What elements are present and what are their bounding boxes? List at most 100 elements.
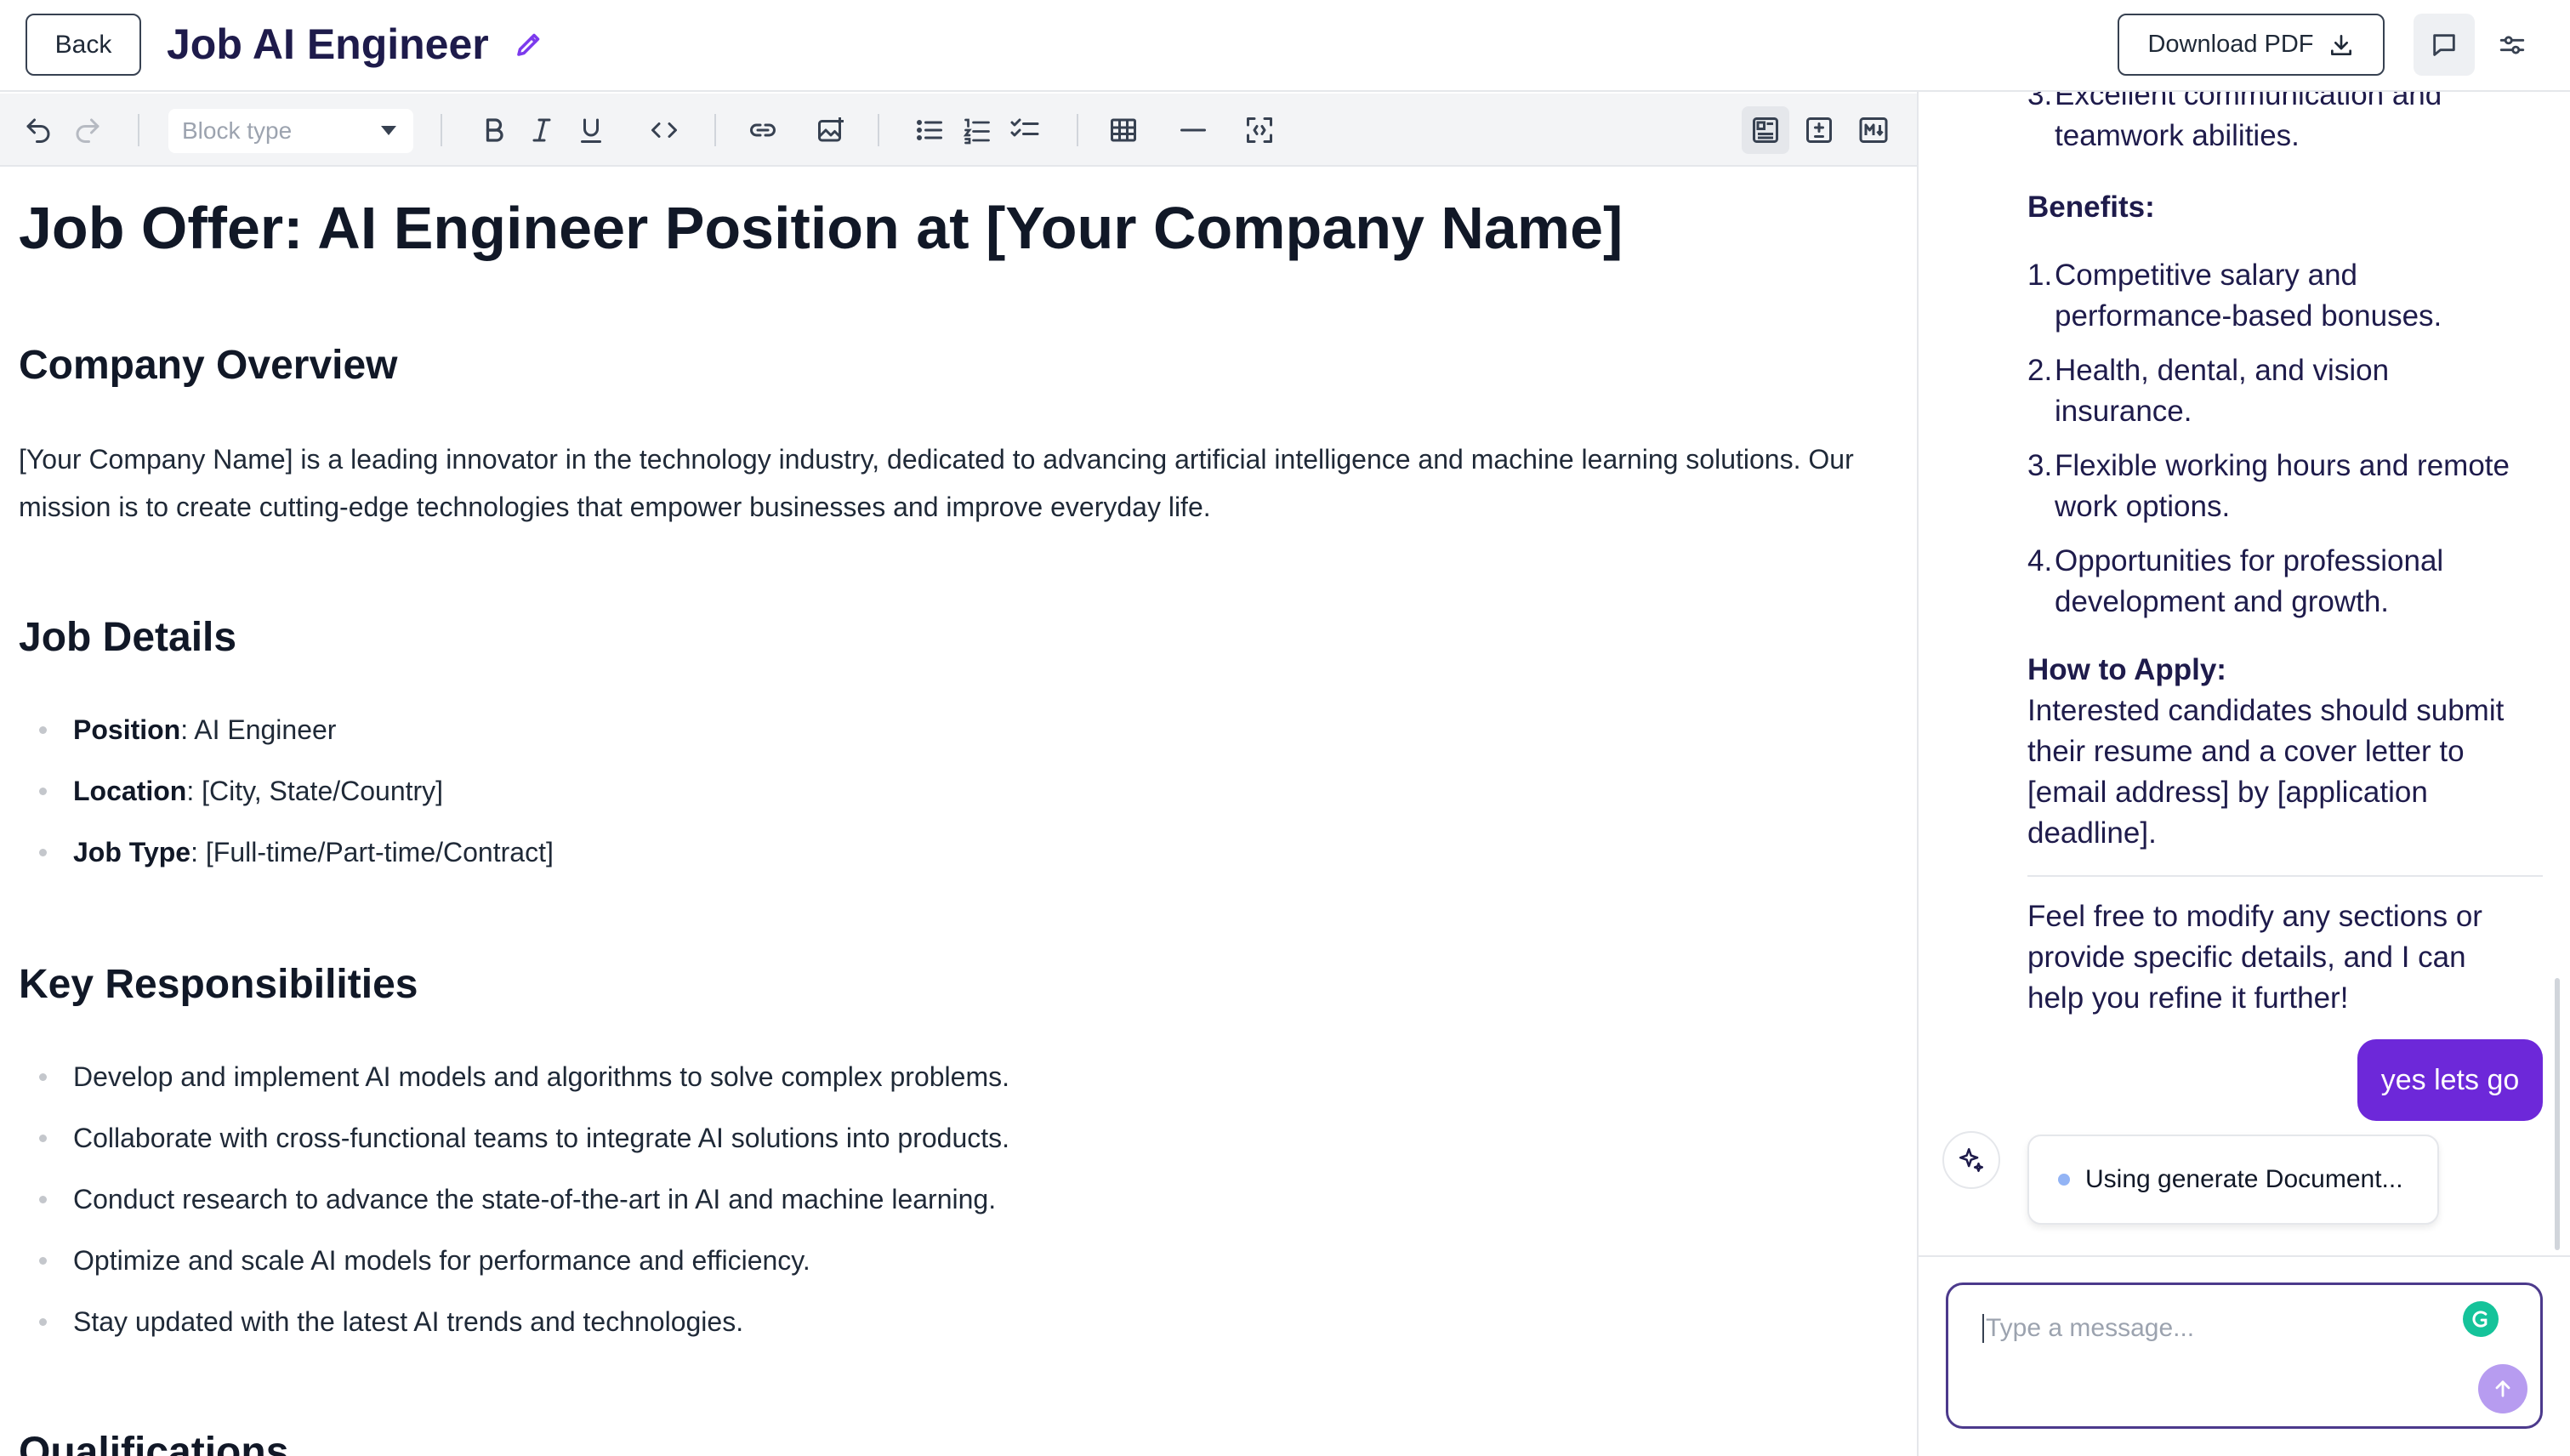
numbered-list-button[interactable] [956, 109, 998, 151]
download-icon [2330, 34, 2351, 55]
diff-view-button[interactable] [1798, 109, 1840, 151]
rich-text-view-icon [1753, 117, 1778, 143]
settings-button[interactable] [2488, 14, 2536, 76]
document-title: Job AI Engineer [167, 20, 489, 68]
chat-scrollbar[interactable] [2555, 978, 2560, 1250]
apply-line: Interested candidates should submit [2027, 694, 2505, 727]
bullet-list-icon [917, 120, 942, 140]
send-button[interactable] [2478, 1364, 2527, 1413]
closing-line: Feel free to modify any sections or [2027, 900, 2482, 933]
insert-image-button[interactable] [810, 109, 852, 151]
list-item: Job Type: [Full-time/Part-time/Contract] [39, 833, 554, 871]
diff-view-icon [1806, 117, 1832, 143]
list-item: Develop and implement AI models and algo… [39, 1058, 1009, 1095]
redo-icon [76, 118, 100, 143]
bold-button[interactable] [473, 109, 515, 151]
redo-button[interactable] [66, 109, 109, 151]
insert-table-button[interactable] [1102, 109, 1145, 151]
section-heading: Key Responsibilities [19, 962, 418, 1007]
italic-button[interactable] [520, 109, 563, 151]
edit-title-icon[interactable] [514, 29, 544, 60]
assistant-avatar [1942, 1131, 2000, 1189]
arrow-up-icon [2495, 1380, 2510, 1397]
list-line: Flexible working hours and remote [2055, 449, 2510, 482]
list-number: 4. [2027, 544, 2053, 577]
markdown-view-icon [1859, 117, 1888, 143]
checklist-icon [1010, 118, 1039, 137]
toolbar-separator [714, 114, 716, 146]
underline-button[interactable] [570, 109, 612, 151]
block-type-placeholder: Block type [182, 117, 293, 144]
chat-list-item: 2. Health, dental, and vision insurance. [2027, 350, 2546, 432]
chevron-down-icon [381, 126, 396, 135]
checklist-button[interactable] [1004, 109, 1046, 151]
toolbar-separator [441, 114, 442, 146]
document-editor[interactable]: Job Offer: AI Engineer Position at [Your… [0, 167, 1917, 1456]
list-number: 1. [2027, 259, 2053, 292]
markdown-view-button[interactable] [1852, 109, 1895, 151]
list-line: Competitive salary and [2055, 259, 2357, 292]
undo-button[interactable] [17, 109, 60, 151]
block-type-select[interactable]: Block type [168, 109, 413, 153]
bullet-list-button[interactable] [908, 109, 951, 151]
list-item-value: : [City, State/Country] [186, 776, 444, 806]
chat-toggle-button[interactable] [2414, 14, 2475, 76]
list-number: 3. [2027, 92, 2053, 111]
list-number: 2. [2027, 354, 2053, 387]
toolbar-separator [878, 114, 879, 146]
list-line: Opportunities for professional [2055, 544, 2444, 577]
download-pdf-label: Download PDF [2147, 31, 2314, 58]
list-line: teamwork abilities. [2055, 119, 2300, 152]
list-item: Stay updated with the latest AI trends a… [38, 1303, 743, 1340]
apply-line: deadline]. [2027, 816, 2157, 850]
user-message-bubble: yes lets go [2357, 1039, 2543, 1121]
underline-icon [581, 118, 601, 143]
list-item: Conduct research to advance the state-of… [38, 1180, 996, 1218]
horizontal-rule-button[interactable] [1172, 109, 1214, 151]
tool-status-text: Using generate Document... [2085, 1165, 2403, 1193]
tool-status-card: Using generate Document... [2027, 1135, 2439, 1225]
back-button[interactable]: Back [26, 14, 141, 76]
table-icon [1111, 118, 1136, 142]
chat-list-item: 4. Opportunities for professional develo… [2027, 541, 2546, 623]
chat-list-item: 1. Competitive salary and performance-ba… [2027, 255, 2546, 337]
link-button[interactable] [742, 109, 784, 151]
download-pdf-button[interactable]: Download PDF [2118, 14, 2385, 76]
message-input-placeholder: Type a message... [1982, 1314, 2194, 1343]
list-item: Optimize and scale AI models for perform… [39, 1242, 810, 1279]
list-item-value: : AI Engineer [180, 714, 337, 745]
apply-line: their resume and a cover letter to [2027, 735, 2465, 768]
list-line: performance-based bonuses. [2055, 299, 2442, 333]
horizontal-rule-icon [1180, 128, 1206, 132]
list-item-value: : [Full-time/Part-time/Contract] [190, 837, 554, 867]
top-bar: Back Job AI Engineer Download PDF [0, 0, 2570, 92]
chat-panel: 3. Excellent communication and teamwork … [1919, 92, 2570, 1456]
chat-bubble-icon [2433, 33, 2455, 56]
list-line: Excellent communication and [2055, 92, 2442, 111]
sparkle-icon [1959, 1147, 1984, 1173]
section-heading: Qualifications [19, 1430, 289, 1456]
code-button[interactable] [643, 109, 685, 151]
input-divider [1919, 1255, 2570, 1257]
fullscreen-icon [1247, 117, 1272, 143]
rich-text-view-button[interactable] [1742, 106, 1789, 154]
apply-heading: How to Apply: [2027, 653, 2226, 686]
link-icon [750, 123, 776, 137]
grammarly-icon[interactable] [2463, 1301, 2499, 1337]
list-number: 3. [2027, 449, 2053, 482]
undo-icon [26, 118, 50, 143]
benefits-heading: Benefits: [2027, 191, 2155, 224]
image-icon [818, 117, 844, 142]
list-item: Collaborate with cross-functional teams … [38, 1119, 1009, 1157]
fullscreen-button[interactable] [1238, 109, 1281, 151]
paragraph-line: [Your Company Name] is a leading innovat… [19, 444, 1854, 475]
list-item: Position: AI Engineer [38, 711, 337, 748]
toolbar-separator [138, 114, 139, 146]
bold-icon [486, 118, 503, 142]
list-item: Location: [City, State/Country] [38, 772, 444, 810]
chat-list-item: 3. Excellent communication and teamwork … [2027, 92, 2546, 156]
sliders-icon [2499, 35, 2525, 54]
message-input[interactable]: Type a message... [1946, 1283, 2543, 1429]
list-item-label: Position [73, 714, 181, 745]
status-dot [2058, 1174, 2070, 1186]
